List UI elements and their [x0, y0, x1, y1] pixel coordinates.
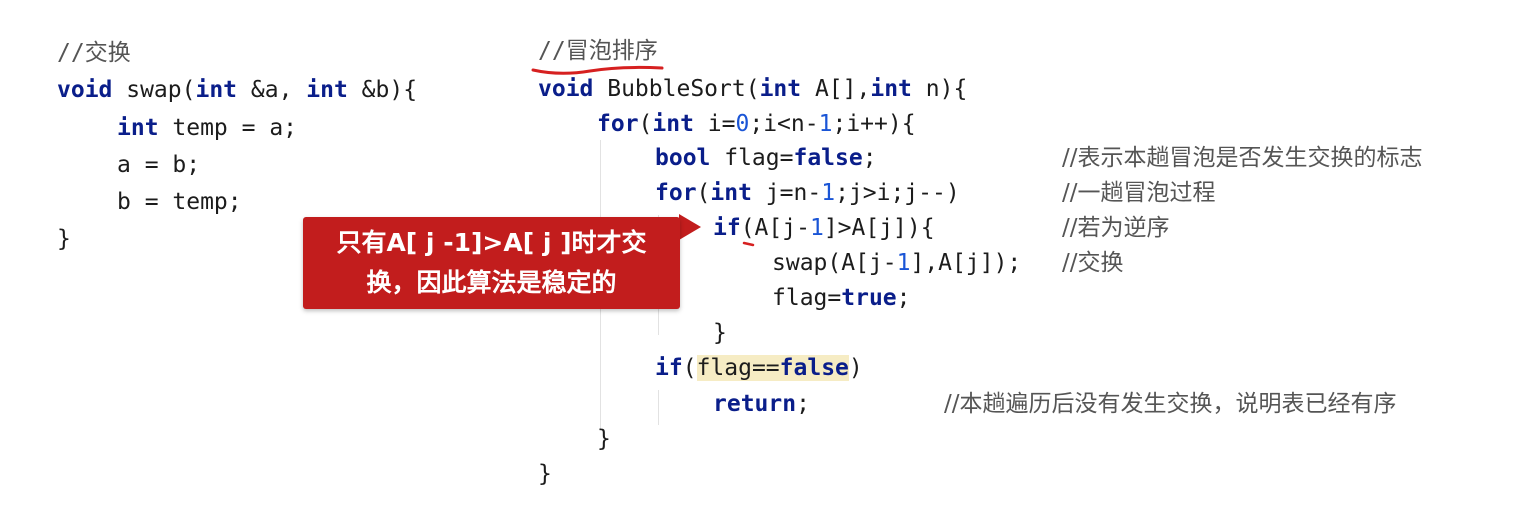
flag-decl-line: bool flag=false; [655, 143, 877, 173]
code-text: ;i<n- [749, 111, 819, 137]
keyword: if [655, 355, 683, 381]
code-text: ( [682, 355, 697, 381]
keyword: false [779, 355, 849, 381]
code-text: ;i++){ [832, 111, 916, 137]
code-text: swap( [112, 77, 196, 103]
code-text: i= [693, 111, 736, 137]
number-literal: 1 [809, 215, 824, 241]
indent-guide [658, 390, 659, 425]
swap-closing-brace: } [57, 226, 71, 252]
swap-line-temp: int temp = a; [117, 113, 297, 143]
outer-for-line: for(int i=0;i<n-1;i++){ [597, 109, 916, 139]
for-closing-brace: } [597, 426, 611, 452]
keyword: int [710, 180, 752, 206]
if-compare-comment: //若为逆序 [1062, 215, 1170, 241]
swap-line-a: a = b; [117, 152, 201, 178]
flag-comment: //表示本趟冒泡是否发生交换的标志 [1062, 145, 1423, 171]
callout-arrow [679, 214, 701, 240]
keyword: int [870, 76, 912, 102]
keyword: int [195, 77, 238, 103]
code-text: j=n- [751, 180, 822, 206]
code-text: ;j>i;j--) [835, 180, 960, 206]
keyword: int [652, 111, 694, 137]
code-text: flag= [710, 145, 794, 171]
stability-callout: 只有A[ j -1]>A[ j ]时才交 换，因此算法是稳定的 [303, 217, 680, 309]
code-text: ) [848, 355, 863, 381]
code-text: BubbleSort( [593, 76, 760, 102]
keyword: if [713, 215, 741, 241]
keyword: int [306, 77, 348, 103]
keyword: void [538, 76, 594, 102]
swap-line-b: b = temp; [117, 189, 242, 215]
code-text: ],A[j]); [910, 250, 1022, 276]
return-comment: //本趟遍历后没有发生交换，说明表已经有序 [944, 391, 1397, 417]
code-text: swap(A[j- [772, 250, 897, 276]
code-text: ; [896, 285, 911, 311]
keyword: int [117, 115, 159, 141]
code-text: flag== [696, 355, 780, 381]
function-closing-brace: } [538, 461, 552, 487]
code-text: ( [638, 111, 653, 137]
number-literal: 1 [896, 250, 911, 276]
callout-line-2: 换，因此算法是稳定的 [366, 268, 617, 297]
comment-slash: // [538, 38, 566, 64]
keyword: for [597, 111, 639, 137]
code-text: n){ [911, 76, 968, 102]
return-line: return; [713, 389, 810, 419]
code-text: flag= [772, 285, 842, 311]
if-compare-line: if(A[j-1]>A[j]){ [713, 213, 935, 243]
code-text: temp = a; [158, 115, 298, 141]
keyword: return [713, 391, 797, 417]
comment-text: 冒泡排序 [565, 38, 658, 64]
comment-text: //交换 [57, 40, 131, 66]
code-text: ; [796, 391, 810, 417]
callout-line-1: 只有A[ j -1]>A[ j ]时才交 [336, 228, 647, 257]
code-text: ( [696, 180, 711, 206]
keyword: for [655, 180, 697, 206]
flag-true-line: flag=true; [772, 283, 911, 313]
number-literal: 1 [821, 180, 836, 206]
code-text: &a, [237, 77, 307, 103]
number-literal: 1 [818, 111, 833, 137]
highlighted-condition: flag==false [696, 355, 849, 381]
swap-signature: void swap(int &a, int &b){ [57, 75, 417, 105]
code-text: (A[j- [740, 215, 810, 241]
swap-call-line: swap(A[j-1],A[j]); [772, 248, 1021, 278]
number-literal: 0 [735, 111, 750, 137]
keyword: true [841, 285, 897, 311]
swap-comment: //交换 [57, 38, 131, 68]
inner-for-line: for(int j=n-1;j>i;j--) [655, 178, 960, 208]
keyword: false [793, 145, 863, 171]
code-text: ]>A[j]){ [823, 215, 935, 241]
code-text: &b){ [347, 77, 418, 103]
if-closing-brace: } [713, 320, 727, 346]
bubblesort-signature: void BubbleSort(int A[],int n){ [538, 74, 967, 104]
if-flag-line: if(flag==false) [655, 353, 863, 383]
swap-call-comment: //交换 [1062, 250, 1124, 276]
keyword: void [57, 77, 113, 103]
keyword: int [759, 76, 802, 102]
red-tick-annotation [742, 241, 755, 247]
code-text: A[], [801, 76, 871, 102]
keyword: bool [655, 145, 711, 171]
inner-for-comment: //一趟冒泡过程 [1062, 180, 1216, 206]
code-text: ; [862, 145, 877, 171]
